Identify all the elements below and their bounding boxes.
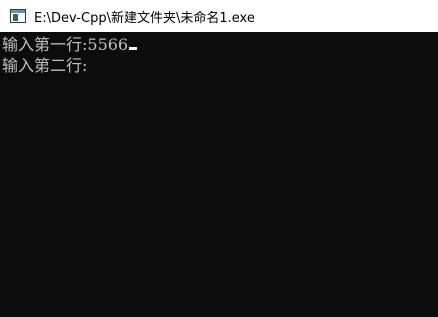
title-bar[interactable]: E:\Dev-Cpp\新建文件夹\未命名1.exe [0,0,438,32]
console-line-2: 输入第二行: [2,55,438,76]
console-app-icon[interactable] [10,9,26,23]
console-line-1: 输入第一行:5566 [2,34,438,55]
window-title: E:\Dev-Cpp\新建文件夹\未命名1.exe [34,10,255,26]
console-window: E:\Dev-Cpp\新建文件夹\未命名1.exe 输入第一行:5566 输入第… [0,0,438,317]
console-line-1-text: 输入第一行:5566 [2,35,129,54]
console-output[interactable]: 输入第一行:5566 输入第二行: [0,32,438,317]
text-cursor [129,47,138,50]
console-line-2-text: 输入第二行: [2,56,88,75]
